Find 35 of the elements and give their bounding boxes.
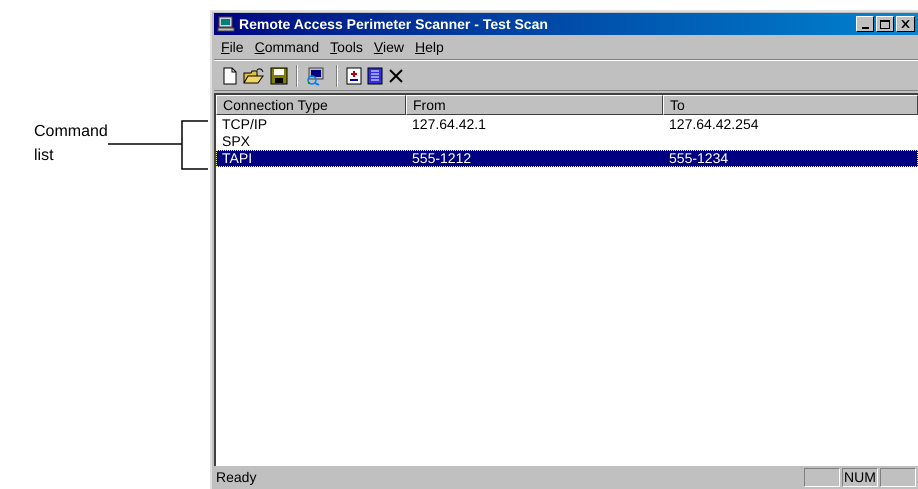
table-cell: SPX: [222, 133, 250, 149]
table-cell: 555-1234: [669, 150, 728, 166]
list-icon[interactable]: [367, 66, 383, 84]
column-header[interactable]: Connection Type: [216, 95, 406, 115]
table-cell: 127.64.42.1: [412, 116, 486, 132]
list-row[interactable]: SPX: [216, 133, 918, 150]
new-file-icon[interactable]: [222, 66, 238, 84]
column-header[interactable]: To: [663, 95, 918, 115]
menu-item[interactable]: View: [368, 36, 409, 58]
menu-item[interactable]: Help: [410, 36, 449, 58]
computer-icon: [217, 16, 235, 32]
menu-item[interactable]: Command: [250, 36, 324, 58]
save-icon[interactable]: [270, 66, 288, 84]
delete-icon[interactable]: [388, 68, 404, 84]
minimize-button[interactable]: [856, 16, 874, 32]
status-text: Ready: [215, 468, 258, 487]
maximize-button[interactable]: [876, 16, 894, 32]
column-header[interactable]: From: [406, 95, 663, 115]
table-cell: 555-1212: [412, 150, 472, 166]
window-title: Remote Access Perimeter Scanner - Test Scan: [239, 14, 549, 34]
table-cell: TCP/IP: [222, 116, 268, 132]
close-button[interactable]: [896, 16, 915, 32]
status-panel: [880, 468, 916, 487]
list-row[interactable]: TAPI 555-1212 555-1234: [216, 150, 918, 167]
table-cell: TAPI: [222, 150, 252, 166]
status-indicator: NUM: [842, 468, 878, 487]
menu-item[interactable]: Tools: [325, 36, 368, 58]
table-cell: 127.64.42.254: [669, 116, 759, 132]
close-icon: [901, 20, 910, 28]
folder-icon[interactable]: [243, 66, 265, 84]
status-panel: [804, 468, 840, 487]
add-entry-icon[interactable]: [346, 66, 362, 84]
list-row[interactable]: TCP/IP 127.64.42.1 127.64.42.254: [216, 116, 918, 133]
annotation-label: Command list: [34, 122, 108, 166]
menu-item[interactable]: File: [216, 36, 249, 58]
